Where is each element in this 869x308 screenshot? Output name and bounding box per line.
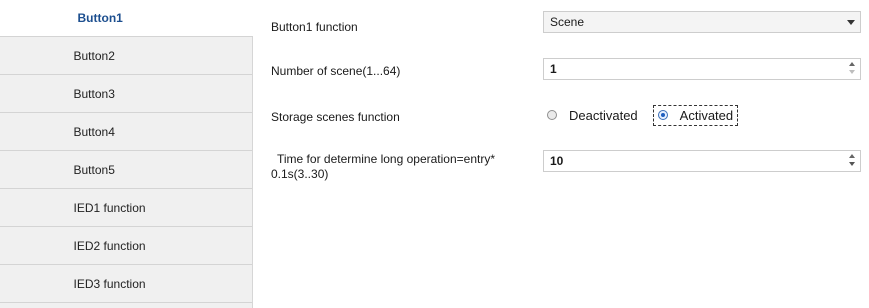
radio-deactivated-label: Deactivated [569,107,638,123]
sidebar-item-label: Button3 [73,86,115,101]
decrement-arrow-icon[interactable] [849,70,855,74]
scene-number-label: Number of scene(1...64) [271,64,401,78]
sidebar-item-ied3-function[interactable]: IED3 function [0,265,252,303]
sidebar-item-label: IED1 function [73,200,146,215]
sidebar-item-label: Button4 [73,124,115,139]
long-operation-label-line2: 0.1s(3..30) [271,167,329,181]
scene-number-stepper[interactable]: 1 [543,58,861,80]
sidebar-item-button1[interactable]: Button1 [0,0,253,37]
sidebar-item-label: Button1 [77,11,123,25]
radio-deactivated[interactable]: Deactivated [543,106,642,125]
sidebar-item-label: Button5 [73,162,115,177]
sidebar-item-label: IED2 function [73,238,146,253]
main-panel: Button1 function Scene Number of scene(1… [253,0,869,308]
button-function-value: Scene [550,15,585,29]
increment-arrow-icon[interactable] [849,154,855,158]
sidebar-item-button4[interactable]: Button4 [0,113,252,151]
long-operation-label-line1: Time for determine long operation=entry* [277,152,496,166]
sidebar-item-button3[interactable]: Button3 [0,75,252,113]
button-function-dropdown[interactable]: Scene [543,11,861,33]
button-function-label: Button1 function [271,20,358,34]
sidebar-item-label: IED3 function [73,276,146,291]
spinner-icon[interactable] [849,62,855,74]
storage-scenes-label: Storage scenes function [271,110,400,124]
radio-activated[interactable]: Activated [652,104,739,126]
sidebar-item-ied2-function[interactable]: IED2 function [0,227,252,265]
chevron-down-icon [847,20,855,25]
scene-number-value: 1 [550,62,557,76]
sidebar: Button1 Button2 Button3 Button4 Button5 … [0,0,253,308]
sidebar-item-button5[interactable]: Button5 [0,151,252,189]
sidebar-item-button2[interactable]: Button2 [0,37,252,75]
spinner-icon[interactable] [849,154,855,166]
radio-activated-label: Activated [679,107,734,123]
storage-scenes-radio-group: Deactivated Activated [543,103,739,127]
long-operation-stepper[interactable]: 10 [543,150,861,172]
radio-unchecked-icon [547,110,557,120]
decrement-arrow-icon[interactable] [849,162,855,166]
radio-checked-icon [657,110,668,120]
sidebar-item-label: Button2 [73,48,115,63]
increment-arrow-icon[interactable] [849,62,855,66]
sidebar-item-ied1-function[interactable]: IED1 function [0,189,252,227]
long-operation-value: 10 [550,154,564,168]
